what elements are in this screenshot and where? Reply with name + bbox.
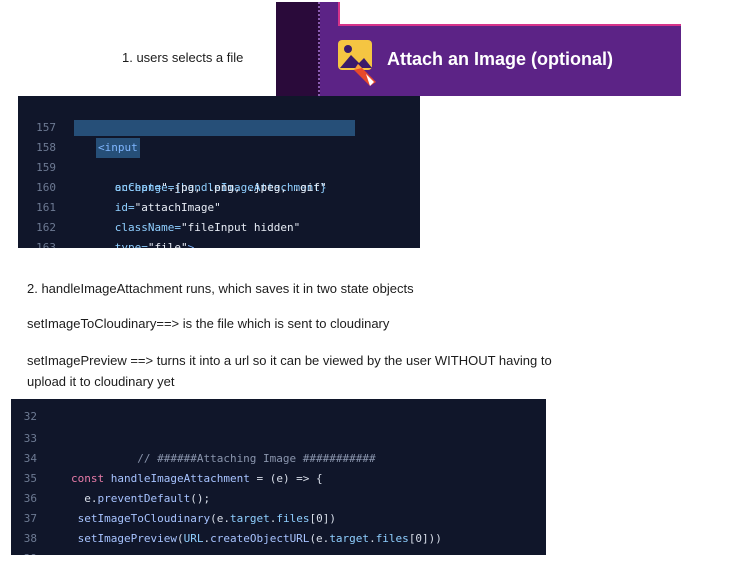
code-line: 33 // ######Attaching Image ###########	[11, 409, 546, 465]
code-line: 164	[18, 238, 420, 248]
code-snippet-input: 157 <input 158 onChange={handleImageAtta…	[18, 96, 420, 248]
attach-image-banner: Attach an Image (optional)	[276, 2, 681, 96]
code-line: 159 accept=".jpg, .png, .jpeg, .gif"	[18, 138, 420, 194]
code-snippet-handler: 32 33 // ######Attaching Image #########…	[11, 399, 546, 555]
image-attach-icon	[338, 40, 376, 86]
code-line: 32	[11, 399, 546, 423]
code-line: 162 type="file">	[18, 198, 420, 248]
code-line: 157 <input	[18, 98, 420, 158]
cloudinary-description: setImageToCloudinary==> is the file whic…	[27, 316, 390, 331]
code-line: 158 onChange={handleImageAttachment}	[18, 118, 420, 194]
code-line: 163 </input>	[18, 218, 420, 248]
code-line: 39 }	[11, 529, 546, 555]
code-line: 37 setImagePreview(URL.createObjectURL(e…	[11, 489, 546, 545]
step1-caption: 1. users selects a file	[122, 50, 244, 65]
code-line: 35 e.preventDefault();	[11, 449, 546, 505]
attach-image-label[interactable]: Attach an Image (optional)	[387, 49, 613, 70]
code-line: 34 const handleImageAttachment = (e) => …	[11, 429, 546, 485]
code-line: 38	[11, 509, 546, 545]
code-line: 161 className="fileInput hidden"	[18, 178, 420, 234]
preview-description: setImagePreview ==> turns it into a url …	[27, 353, 552, 389]
code-line: 36 setImageToCloudinary(e.target.files[0…	[11, 469, 546, 525]
banner-top-strip	[338, 2, 681, 26]
step2-caption: 2. handleImageAttachment runs, which sav…	[27, 281, 414, 296]
line-number: 39	[11, 549, 37, 555]
code-line: 160 id="attachImage"	[18, 158, 420, 214]
